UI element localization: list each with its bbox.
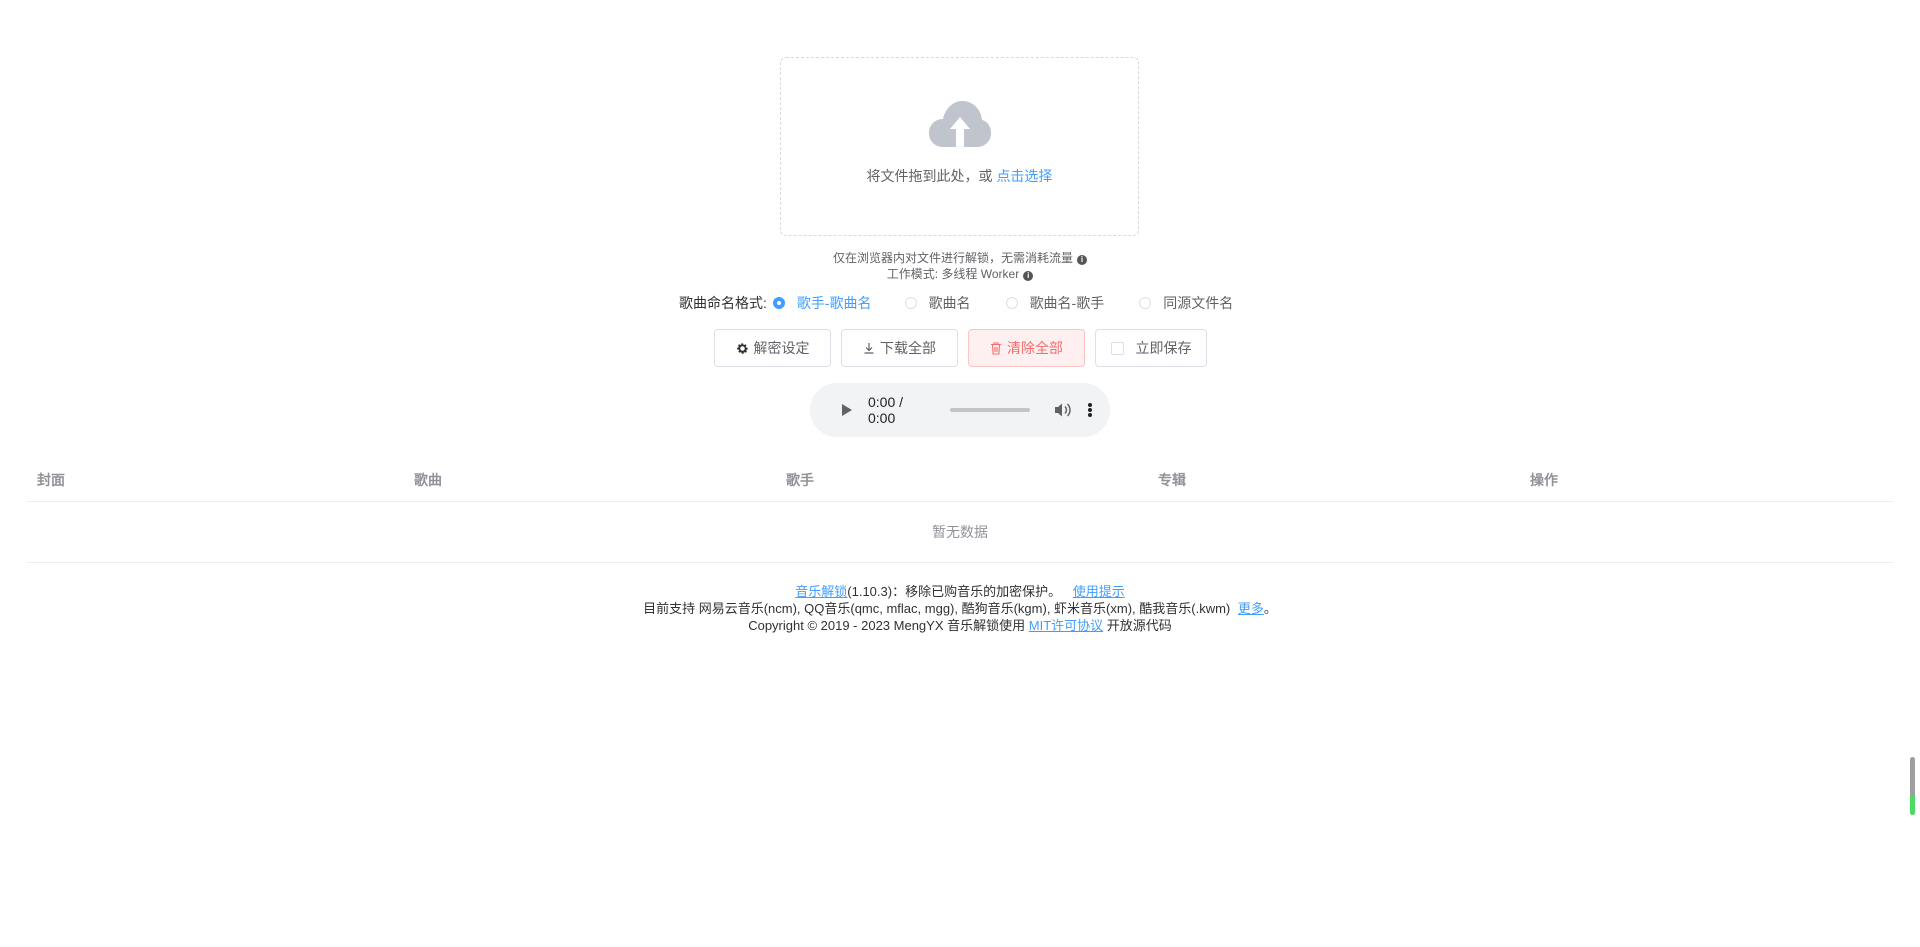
more-options-icon[interactable] xyxy=(1088,403,1092,417)
decrypt-settings-button[interactable]: 解密设定 xyxy=(714,329,831,367)
time-display: 0:00 / 0:00 xyxy=(868,394,904,426)
more-suffix: 。 xyxy=(1263,601,1277,616)
seek-bar[interactable] xyxy=(950,408,1030,412)
radio-source-filename[interactable]: 同源文件名 xyxy=(1139,293,1233,313)
naming-format-group: 歌曲命名格式: 歌手-歌曲名 歌曲名 歌曲名-歌手 同源文件名 xyxy=(679,293,1260,313)
volume-icon[interactable] xyxy=(1054,402,1072,418)
info-icon[interactable]: i xyxy=(1077,255,1087,265)
radio-label: 歌手-歌曲名 xyxy=(796,295,872,311)
usage-tips-link[interactable]: 使用提示 xyxy=(1073,584,1125,599)
decrypt-settings-label: 解密设定 xyxy=(753,340,810,356)
upload-cloud-icon xyxy=(929,101,991,147)
scroll-indicator[interactable] xyxy=(1910,757,1915,815)
radio-label: 同源文件名 xyxy=(1163,295,1234,311)
column-title: 歌曲 xyxy=(414,472,442,488)
download-icon xyxy=(863,342,875,354)
info-icon[interactable]: i xyxy=(1023,271,1034,281)
radio-label: 歌曲名 xyxy=(928,295,971,311)
naming-format-label: 歌曲命名格式: xyxy=(679,295,767,311)
download-all-label: 下载全部 xyxy=(880,340,936,356)
more-link[interactable]: 更多 xyxy=(1238,601,1264,616)
support-text: 目前支持 网易云音乐(ncm), QQ音乐(qmc, mflac, mgg), … xyxy=(643,601,1231,616)
version-text: (1.10.3)：移除已购音乐的加密保护。 xyxy=(847,584,1062,599)
column-album: 专辑 xyxy=(1158,472,1186,488)
song-table: 封面 歌曲 歌手 专辑 操作 暂无数据 xyxy=(27,458,1893,563)
radio-title[interactable]: 歌曲名 xyxy=(904,293,971,313)
app-link[interactable]: 音乐解锁 xyxy=(795,584,847,599)
radio-unchecked-icon xyxy=(1139,297,1152,309)
footer-line2: 目前支持 网易云音乐(ncm), QQ音乐(qmc, mflac, mgg), … xyxy=(0,600,1920,617)
table-empty-text: 暂无数据 xyxy=(27,502,1893,563)
column-artist: 歌手 xyxy=(786,472,814,488)
gear-icon xyxy=(736,342,749,355)
save-now-checkbox[interactable] xyxy=(1110,341,1124,355)
radio-title-artist[interactable]: 歌曲名-歌手 xyxy=(1005,293,1105,313)
tip-line2: 工作模式: 多线程 Worker xyxy=(886,267,1020,281)
audio-player: 0:00 / 0:00 xyxy=(810,383,1110,437)
select-file-link[interactable]: 点击选择 xyxy=(996,168,1052,184)
radio-label: 歌曲名-歌手 xyxy=(1029,295,1105,311)
download-all-button[interactable]: 下载全部 xyxy=(841,329,958,367)
tip-work-mode: 工作模式: 多线程 Worker i xyxy=(0,265,1920,282)
radio-checked-icon xyxy=(772,297,785,309)
column-actions: 操作 xyxy=(1530,472,1558,488)
radio-unchecked-icon xyxy=(904,297,917,309)
radio-artist-title[interactable]: 歌手-歌曲名 xyxy=(772,293,872,313)
clear-all-button[interactable]: 清除全部 xyxy=(968,329,1085,367)
upload-text: 将文件拖到此处，或 点击选择 xyxy=(781,166,1138,186)
footer: 音乐解锁(1.10.3)：移除已购音乐的加密保护。 使用提示 目前支持 网易云音… xyxy=(0,583,1920,634)
save-now-button[interactable]: 立即保存 xyxy=(1095,329,1207,367)
clear-all-label: 清除全部 xyxy=(1007,340,1063,356)
upload-dropzone[interactable]: 将文件拖到此处，或 点击选择 xyxy=(780,57,1139,236)
radio-unchecked-icon xyxy=(1005,297,1018,309)
column-cover: 封面 xyxy=(37,472,65,488)
footer-line1: 音乐解锁(1.10.3)：移除已购音乐的加密保护。 使用提示 xyxy=(0,583,1920,600)
upload-instruction: 将文件拖到此处，或 xyxy=(866,168,993,184)
trash-icon xyxy=(990,341,1002,355)
scroll-indicator-fill xyxy=(1910,795,1915,815)
tip-line1: 仅在浏览器内对文件进行解锁，无需消耗流量 xyxy=(832,251,1073,265)
copyright-text: Copyright © 2019 - 2023 MengYX 音乐解锁使用 xyxy=(748,618,1026,633)
play-icon[interactable] xyxy=(842,404,852,416)
save-now-label: 立即保存 xyxy=(1135,340,1192,356)
tip-local-unlock: 仅在浏览器内对文件进行解锁，无需消耗流量 i xyxy=(0,249,1920,266)
footer-line3: Copyright © 2019 - 2023 MengYX 音乐解锁使用 MI… xyxy=(0,617,1920,634)
table-header: 封面 歌曲 歌手 专辑 操作 xyxy=(27,458,1893,502)
license-link[interactable]: MIT许可协议 xyxy=(1029,618,1103,633)
opensource-text: 开放源代码 xyxy=(1106,618,1172,633)
